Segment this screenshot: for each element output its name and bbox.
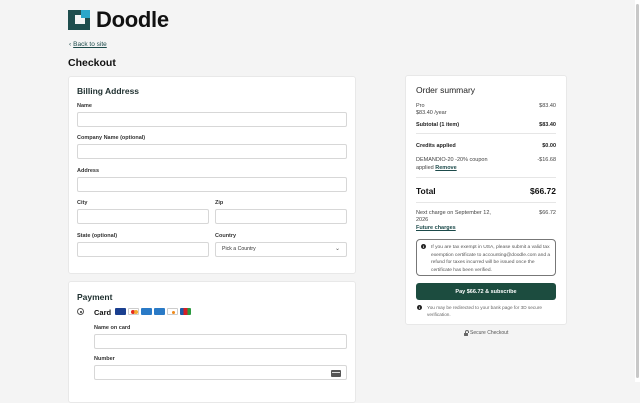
card-number-label: Number bbox=[94, 356, 115, 362]
doodle-logo[interactable]: Doodle bbox=[68, 7, 169, 33]
next-charge-row-2: 2026 bbox=[416, 217, 556, 223]
chevron-left-icon: ‹ bbox=[69, 41, 72, 48]
next-charge-year: 2026 bbox=[416, 217, 429, 223]
address-input[interactable] bbox=[77, 177, 347, 192]
next-charge-row: Next charge on September 12, $66.72 bbox=[416, 210, 556, 216]
plan-row: Pro $83.40 bbox=[416, 103, 556, 109]
card-method-label: Card bbox=[94, 308, 112, 317]
mastercard-icon bbox=[128, 308, 139, 315]
credits-label: Credits applied bbox=[416, 143, 456, 149]
name-label: Name bbox=[77, 103, 92, 109]
future-charges-link[interactable]: Future charges bbox=[416, 225, 456, 231]
total-label: Total bbox=[416, 186, 436, 196]
info-icon: i bbox=[417, 305, 422, 310]
country-label: Country bbox=[215, 233, 237, 239]
redirect-notice-text: You may be redirected to your bank page … bbox=[427, 305, 542, 317]
secure-checkout-label: Secure Checkout bbox=[470, 330, 509, 336]
subtotal-label: Subtotal (1 item) bbox=[416, 122, 460, 128]
company-label: Company Name (optional) bbox=[77, 135, 146, 141]
country-select[interactable]: Pick a Country ⌄ bbox=[215, 242, 347, 257]
credits-value: $0.00 bbox=[542, 143, 556, 149]
remove-coupon-link[interactable]: Remove bbox=[435, 165, 456, 171]
secure-checkout: Secure Checkout bbox=[464, 330, 508, 336]
page-title: Checkout bbox=[68, 57, 116, 69]
next-charge-text: Next charge on September 12, bbox=[416, 210, 491, 216]
total-value: $66.72 bbox=[530, 186, 556, 196]
jcb-icon bbox=[180, 308, 191, 315]
zip-input[interactable] bbox=[215, 209, 347, 224]
coupon-text: DEMANDIO-20 -20% coupon bbox=[416, 157, 488, 163]
plan-price: $83.40 bbox=[539, 103, 556, 109]
doodle-logo-icon bbox=[68, 10, 90, 30]
plan-period-row: $83.40 /year bbox=[416, 110, 556, 116]
card-brand-icons bbox=[115, 308, 191, 315]
name-on-card-input[interactable] bbox=[94, 334, 347, 349]
city-label: City bbox=[77, 200, 88, 206]
tax-exempt-notice: i If you are tax exempt in USA, please s… bbox=[416, 239, 556, 276]
name-input[interactable] bbox=[77, 112, 347, 127]
country-select-value: Pick a Country bbox=[222, 246, 256, 252]
coupon-row-2: applied Remove bbox=[416, 165, 556, 171]
state-label: State (optional) bbox=[77, 233, 118, 239]
coupon-applied: applied bbox=[416, 165, 434, 171]
divider bbox=[416, 202, 556, 203]
plan-period: $83.40 /year bbox=[416, 110, 447, 116]
scrollbar-thumb[interactable] bbox=[636, 4, 639, 378]
generic-card-icon bbox=[141, 308, 152, 315]
tax-notice-text: If you are tax exempt in USA, please sub… bbox=[431, 245, 551, 273]
info-icon: i bbox=[421, 244, 426, 249]
payment-card: Payment Card Name on card Number bbox=[68, 281, 356, 403]
chevron-down-icon: ⌄ bbox=[334, 246, 340, 252]
coupon-row: DEMANDIO-20 -20% coupon -$16.68 bbox=[416, 157, 556, 163]
back-to-site-label: Back to site bbox=[73, 41, 107, 48]
subtotal-value: $83.40 bbox=[539, 122, 556, 128]
divider bbox=[416, 177, 556, 178]
zip-label: Zip bbox=[215, 200, 224, 206]
address-label: Address bbox=[77, 168, 100, 174]
back-to-site-link[interactable]: ‹ Back to site bbox=[69, 41, 107, 48]
pay-subscribe-button[interactable]: Pay $66.72 & subscribe bbox=[416, 283, 556, 300]
billing-address-card: Billing Address Name Company Name (optio… bbox=[68, 76, 356, 274]
plan-name: Pro bbox=[416, 103, 425, 109]
discover-icon bbox=[167, 308, 178, 315]
billing-heading: Billing Address bbox=[77, 86, 140, 96]
order-summary-card: Order summary Pro $83.40 $83.40 /year Su… bbox=[405, 75, 567, 325]
credits-row: Credits applied $0.00 bbox=[416, 143, 556, 149]
page-scrollbar[interactable] bbox=[635, 0, 640, 382]
lock-icon bbox=[464, 330, 469, 336]
brand-name: Doodle bbox=[96, 7, 169, 32]
visa-icon bbox=[115, 308, 126, 315]
city-input[interactable] bbox=[77, 209, 209, 224]
company-input[interactable] bbox=[77, 144, 347, 159]
state-input[interactable] bbox=[77, 242, 209, 257]
subtotal-row: Subtotal (1 item) $83.40 bbox=[416, 122, 556, 128]
credit-card-icon bbox=[331, 370, 341, 377]
payment-heading: Payment bbox=[77, 292, 113, 302]
name-on-card-label: Name on card bbox=[94, 325, 131, 331]
coupon-value: -$16.68 bbox=[537, 157, 556, 163]
order-summary-heading: Order summary bbox=[416, 85, 476, 95]
next-charge-value: $66.72 bbox=[539, 210, 556, 216]
card-number-input[interactable] bbox=[94, 365, 347, 380]
divider bbox=[416, 133, 556, 134]
amex-icon bbox=[154, 308, 165, 315]
total-row: Total $66.72 bbox=[416, 186, 556, 196]
card-radio[interactable] bbox=[77, 308, 84, 315]
